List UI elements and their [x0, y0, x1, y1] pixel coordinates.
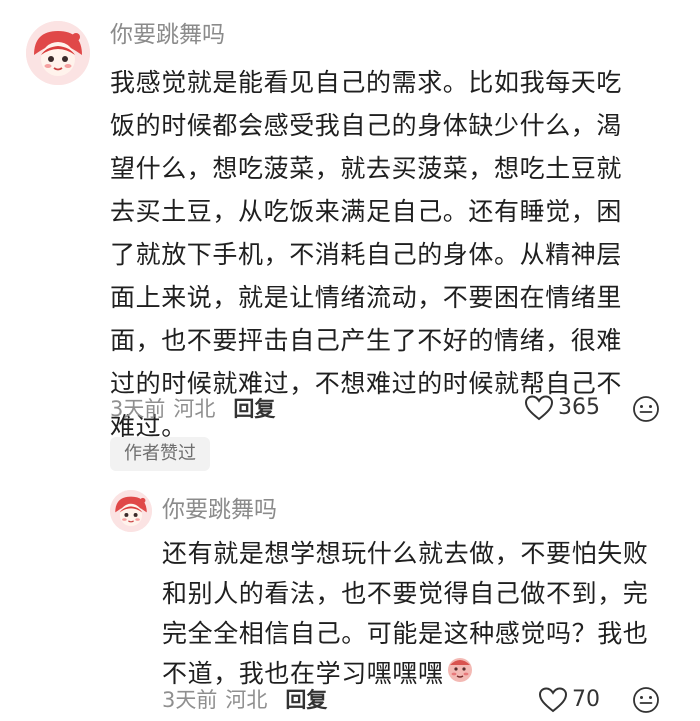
- main-reply-button[interactable]: 回复: [233, 397, 275, 421]
- cartoon-avatar-icon: [110, 490, 152, 532]
- reply-like-count: 70: [572, 687, 600, 712]
- main-avatar[interactable]: [26, 21, 90, 85]
- reply-comment-meta: 3天前 河北 回复: [162, 686, 327, 714]
- reply-avatar[interactable]: [110, 490, 152, 532]
- reply-time: 3天前: [162, 688, 218, 712]
- main-comment-meta: 3天前 河北 回复: [110, 395, 275, 423]
- reply-like-button[interactable]: 70: [538, 686, 600, 714]
- main-emoji-button[interactable]: [632, 395, 660, 423]
- cartoon-avatar-icon: [26, 21, 90, 85]
- smiley-face-icon: [633, 396, 659, 422]
- reply-username[interactable]: 你要跳舞吗: [162, 495, 277, 525]
- main-like-count: 365: [558, 395, 600, 420]
- smiley-face-icon: [633, 687, 659, 713]
- main-location: 河北: [173, 397, 216, 421]
- main-time: 3天前: [110, 397, 166, 421]
- blushing-face-sticker-icon: [446, 655, 474, 695]
- heart-outline-icon: [538, 687, 568, 713]
- author-liked-badge: 作者赞过: [110, 437, 210, 471]
- reply-comment-body: 还有就是想学想玩什么就去做，不要怕失败 和别人的看法，也不要觉得自己做不到，完 …: [162, 539, 649, 688]
- main-like-button[interactable]: 365: [524, 394, 600, 422]
- main-comment-text: 我感觉就是能看见自己的需求。比如我每天吃 饭的时候都会感受我自己的身体缺少什么，…: [110, 68, 623, 441]
- main-username[interactable]: 你要跳舞吗: [110, 20, 225, 50]
- heart-outline-icon: [524, 395, 554, 421]
- reply-comment-text: 还有就是想学想玩什么就去做，不要怕失败 和别人的看法，也不要觉得自己做不到，完 …: [162, 534, 682, 695]
- reply-emoji-button[interactable]: [632, 686, 660, 714]
- reply-reply-button[interactable]: 回复: [285, 688, 327, 712]
- reply-location: 河北: [225, 688, 268, 712]
